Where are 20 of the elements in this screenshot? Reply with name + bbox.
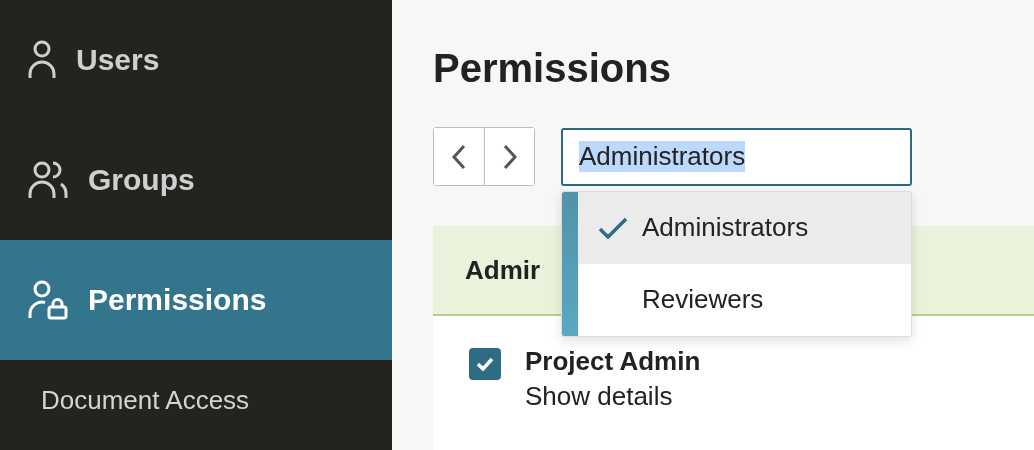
dropdown-option[interactable]: Reviewers (578, 263, 911, 336)
people-icon (28, 160, 68, 200)
sidebar-item[interactable]: Users (0, 0, 392, 120)
sidebar-subitem[interactable]: Document Access (0, 360, 392, 440)
sidebar-item[interactable]: Permissions (0, 240, 392, 360)
person-lock-icon (28, 280, 68, 320)
next-button[interactable] (484, 128, 534, 185)
sidebar-item[interactable]: Groups (0, 120, 392, 240)
card-title: Admir (465, 254, 541, 286)
show-details-link[interactable]: Show details (525, 381, 701, 412)
checkmark-icon (598, 216, 628, 239)
person-icon (28, 40, 56, 80)
group-select-field[interactable]: Administrators (561, 127, 912, 186)
checkbox[interactable] (469, 348, 501, 380)
permission-label: Project Admin (525, 346, 701, 377)
check-icon (476, 357, 494, 371)
dropdown-option[interactable]: Administrators (578, 191, 911, 264)
chevron-right-icon (502, 143, 517, 170)
chevron-left-icon (452, 143, 466, 170)
page-title: Permissions (433, 46, 672, 91)
